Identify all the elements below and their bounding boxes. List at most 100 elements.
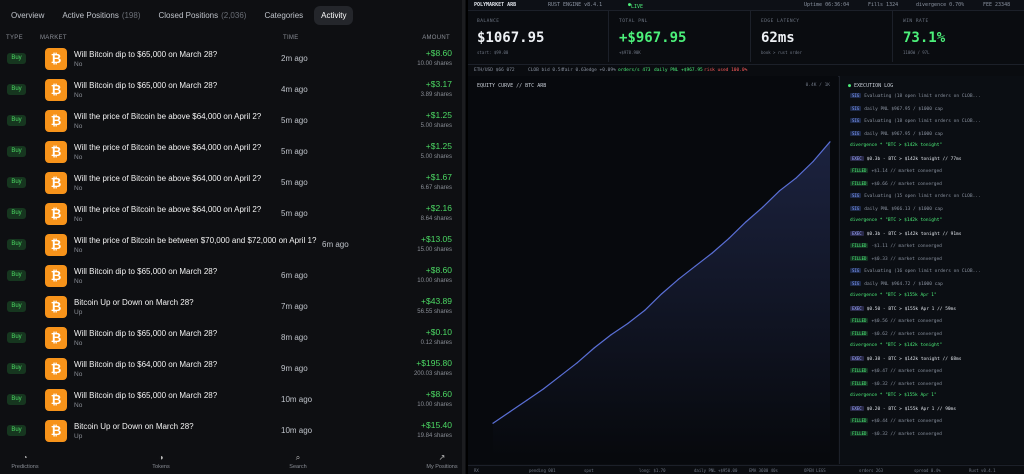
- trade-amount: +$8.60: [425, 265, 452, 275]
- market-question[interactable]: Will Bitcoin dip to $65,000 on March 28?: [74, 267, 217, 276]
- table-row[interactable]: Buy ₿ Will Bitcoin dip to $64,000 on March…: [0, 355, 466, 386]
- trade-time: 2m ago: [281, 54, 308, 63]
- buy-badge: Buy: [7, 239, 26, 250]
- table-row[interactable]: Buy ₿ Bitcoin Up or Down on March 28? Up 10m…: [0, 417, 466, 448]
- bitcoin-icon: ₿: [45, 79, 67, 101]
- buy-badge: Buy: [7, 115, 26, 126]
- tab-closed-positions[interactable]: Closed Positions (2,036): [152, 6, 254, 25]
- table-row[interactable]: Buy ₿ Will the price of Bitcoin be above $…: [0, 138, 466, 169]
- outcome-side: No: [74, 185, 83, 192]
- equity-point: [812, 160, 814, 163]
- stat-item: fair 0.63: [562, 68, 587, 73]
- stat-sub: book > rust order: [761, 50, 802, 55]
- table-row[interactable]: Buy ₿ Will Bitcoin dip to $65,000 on March…: [0, 76, 466, 107]
- log-text: daily PNL $967.95 / $1000 cap: [864, 106, 943, 112]
- market-question[interactable]: Will the price of Bitcoin be above $64,0…: [74, 205, 261, 214]
- stat-label: BALANCE: [477, 19, 500, 24]
- log-tag: EXEC: [850, 155, 864, 161]
- market-question[interactable]: Bitcoin Up or Down on March 28?: [74, 422, 194, 431]
- nav-my-positions[interactable]: ↗ My Positions: [412, 452, 466, 470]
- market-question[interactable]: Will the price of Bitcoin be above $64,0…: [74, 174, 261, 183]
- buy-badge: Buy: [7, 146, 26, 157]
- bitcoin-icon: ₿: [45, 203, 67, 225]
- table-row[interactable]: Buy ₿ Will Bitcoin dip to $65,000 on March…: [0, 324, 466, 355]
- market-question[interactable]: Bitcoin Up or Down on March 28?: [74, 298, 194, 307]
- trade-shares: 15.00 shares: [417, 247, 452, 253]
- nav-predictions[interactable]: ◔ Predictions: [0, 452, 55, 470]
- trade-shares: 10.00 shares: [417, 278, 452, 284]
- table-row[interactable]: Buy ₿ Will the price of Bitcoin be between…: [0, 231, 466, 262]
- equity-point: [711, 252, 713, 254]
- log-line: divergence * "BTC > $155k Apr 1": [850, 293, 937, 298]
- uptime: Uptime 06:36:04: [804, 2, 850, 8]
- tab-count: (198): [121, 11, 141, 20]
- table-row[interactable]: Buy ₿ Bitcoin Up or Down on March 28? Up 7m …: [0, 293, 466, 324]
- log-tag: FILLED: [850, 330, 869, 336]
- trade-amount: +$0.10: [425, 327, 452, 337]
- stat-sub: +$978.90K: [619, 50, 641, 55]
- outcome-side: No: [74, 278, 83, 285]
- market-question[interactable]: Will Bitcoin dip to $65,000 on March 28?: [74, 329, 217, 338]
- log-tag: SIG: [850, 93, 862, 98]
- log-tag: EXEC: [850, 305, 864, 311]
- equity-point: [660, 293, 663, 295]
- market-question[interactable]: Will the price of Bitcoin be above $64,0…: [74, 112, 261, 121]
- log-line: FILLED -$0.62 // market converged: [850, 330, 942, 337]
- table-row[interactable]: Buy ₿ Will the price of Bitcoin be above $…: [0, 200, 466, 231]
- execution-log[interactable]: ● EXECUTION LOG SIG Evaluating (18 open l…: [839, 76, 1024, 464]
- log-tag: FILLED: [850, 430, 869, 436]
- equity-area: [493, 141, 830, 457]
- status-item: Rust v0.4.1: [969, 468, 996, 473]
- log-line: FILLED -$1.11 // market converged: [850, 243, 942, 249]
- tab-overview[interactable]: Overview: [4, 6, 51, 25]
- status-item: spread 0.4%: [914, 468, 941, 473]
- tab-active-positions[interactable]: Active Positions (198): [55, 6, 147, 25]
- stat-value: 62ms: [761, 30, 795, 46]
- nav-tokens[interactable]: ◑ Tokens: [131, 452, 191, 470]
- trade-shares: 56.55 shares: [417, 309, 452, 315]
- log-text: divergence * "BTC > $142k tonight": [850, 343, 943, 348]
- nav-search[interactable]: ⌕ Search: [268, 452, 328, 470]
- log-tag: FILLED: [850, 318, 869, 323]
- outcome-side: No: [74, 247, 83, 254]
- buy-badge: Buy: [7, 53, 26, 64]
- trade-shares: 10.00 shares: [417, 61, 452, 67]
- market-question[interactable]: Will Bitcoin dip to $64,000 on March 28?: [74, 360, 217, 369]
- market-question[interactable]: Will Bitcoin dip to $65,000 on March 28?: [74, 50, 217, 59]
- outcome-side: No: [74, 216, 83, 223]
- tab-categories[interactable]: Categories: [257, 6, 310, 25]
- log-tag: FILLED: [850, 255, 869, 261]
- market-question[interactable]: Will Bitcoin dip to $65,000 on March 28?: [74, 391, 217, 400]
- stat-item: CLOB bid 0.54: [528, 68, 564, 73]
- market-question[interactable]: Will Bitcoin dip to $65,000 on March 28?: [74, 81, 217, 90]
- bitcoin-icon: ₿: [45, 234, 67, 256]
- status-item: pending 001: [529, 468, 556, 473]
- tab-activity[interactable]: Activity: [314, 6, 354, 25]
- trade-shares: 6.67 shares: [420, 185, 452, 191]
- log-text: +$0.66 // market converged: [871, 181, 942, 187]
- tab-bar: Overview Active Positions (198) Closed Po…: [0, 0, 466, 31]
- equity-chart: [492, 141, 831, 457]
- tab-label: Overview: [11, 11, 45, 20]
- table-row[interactable]: Buy ₿ Will Bitcoin dip to $65,000 on March…: [0, 45, 466, 76]
- trade-amount: +$1.25: [425, 141, 452, 151]
- log-line: EXEC $0.3b - BTC > $142k tonight // 91ms: [850, 230, 961, 237]
- table-row[interactable]: Buy ₿ Will Bitcoin dip to $65,000 on March…: [0, 386, 466, 417]
- log-line: EXEC $0.38 - BTC > $142k tonight // 68ms: [850, 355, 961, 362]
- outcome-side: Up: [74, 309, 83, 316]
- scrollbar[interactable]: [462, 0, 465, 474]
- trade-amount: +$3.17: [425, 79, 452, 89]
- equity-point: [509, 411, 511, 413]
- table-row[interactable]: Buy ₿ Will the price of Bitcoin be above $…: [0, 107, 466, 138]
- market-question[interactable]: Will the price of Bitcoin be between $70…: [74, 236, 316, 245]
- table-row[interactable]: Buy ₿ Will Bitcoin dip to $65,000 on March…: [0, 262, 466, 293]
- col-amount: AMOUNT: [422, 35, 450, 41]
- log-line: SIG Evaluating (16 open limit orders on C…: [850, 268, 981, 274]
- stat-value: 73.1%: [903, 30, 946, 46]
- log-line: FILLED +$0.47 // market converged: [850, 368, 942, 374]
- stat-item: risk used 100.0%: [704, 68, 748, 73]
- market-question[interactable]: Will the price of Bitcoin be above $64,0…: [74, 143, 261, 152]
- status-item: OPEN LEGS: [804, 468, 826, 473]
- col-market: MARKET: [40, 35, 67, 41]
- table-row[interactable]: Buy ₿ Will the price of Bitcoin be above $…: [0, 169, 466, 200]
